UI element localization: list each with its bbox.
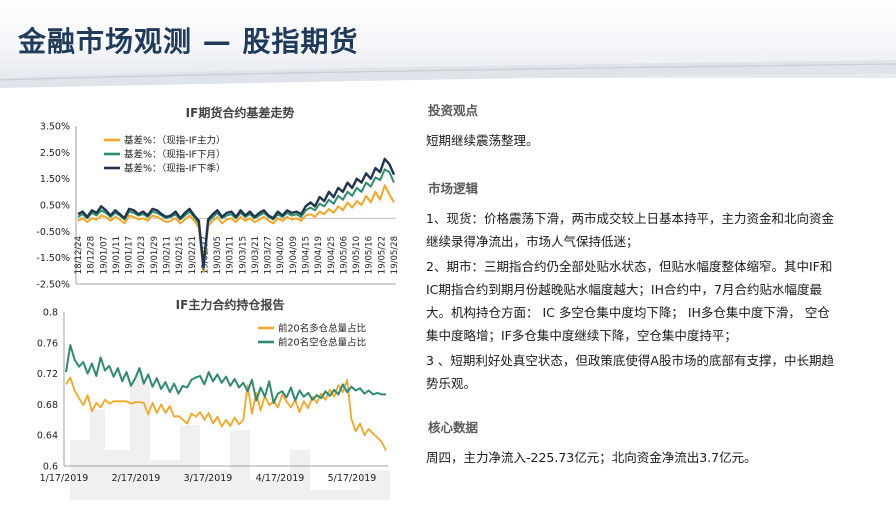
series-line — [65, 344, 386, 404]
paragraph: 1、现货：价格震荡下滑，两市成交较上日基本持平，主力资金和北向资金继续录得净流出… — [426, 211, 834, 249]
legend-label: 前20名空仓总量占比 — [278, 337, 366, 349]
x-tick-label: 1/17/2019 — [40, 473, 89, 484]
x-tick-label: 3/17/2019 — [184, 473, 233, 484]
section-heading: 核心数据 — [428, 420, 479, 435]
paragraph: 短期继续震荡整理。 — [426, 133, 539, 148]
section-investment-view: 投资观点 短期继续震荡整理。 — [426, 100, 838, 152]
section-heading: 市场逻辑 — [428, 181, 479, 196]
y-tick-label: 0.8 — [43, 308, 58, 319]
section-core-data: 核心数据 周四，主力净流入-225.73亿元；北向资金净流出3.7亿元。 — [426, 417, 838, 469]
section-market-logic: 市场逻辑 1、现货：价格震荡下滑，两市成交较上日基本持平，主力资金和北向资金继续… — [426, 178, 838, 395]
series-line — [65, 376, 387, 452]
paragraph: 2、期市：三期指合约仍全部处贴水状态，但贴水幅度整体缩窄。其中IF和IC期指合约… — [426, 259, 833, 343]
right-panel: 投资观点 短期继续震荡整理。 市场逻辑 1、现货：价格震荡下滑，两市成交较上日基… — [426, 100, 838, 469]
x-tick-label: 4/17/2019 — [256, 473, 305, 484]
paragraph: 周四，主力净流入-225.73亿元；北向资金净流出3.7亿元。 — [426, 450, 757, 465]
y-tick-label: 0.6 — [43, 462, 58, 473]
x-tick-label: 2/17/2019 — [112, 473, 161, 484]
paragraph: 3 、短期利好处真空状态，但政策底使得A股市场的底部有支撑，中长期趋势乐观。 — [426, 353, 834, 391]
y-tick-label: 0.68 — [37, 400, 58, 411]
legend-label: 前20名多仓总量占比 — [278, 323, 366, 335]
y-tick-label: 0.72 — [37, 369, 58, 380]
y-tick-label: 0.64 — [37, 431, 58, 442]
x-tick-label: 5/17/2019 — [328, 473, 377, 484]
y-tick-label: 0.76 — [37, 338, 58, 349]
chart-position-report: 0.6 0.64 0.68 0.72 0.76 0.8 1/17/2019 2/17/2019… — [37, 308, 388, 484]
section-heading: 投资观点 — [428, 103, 479, 118]
